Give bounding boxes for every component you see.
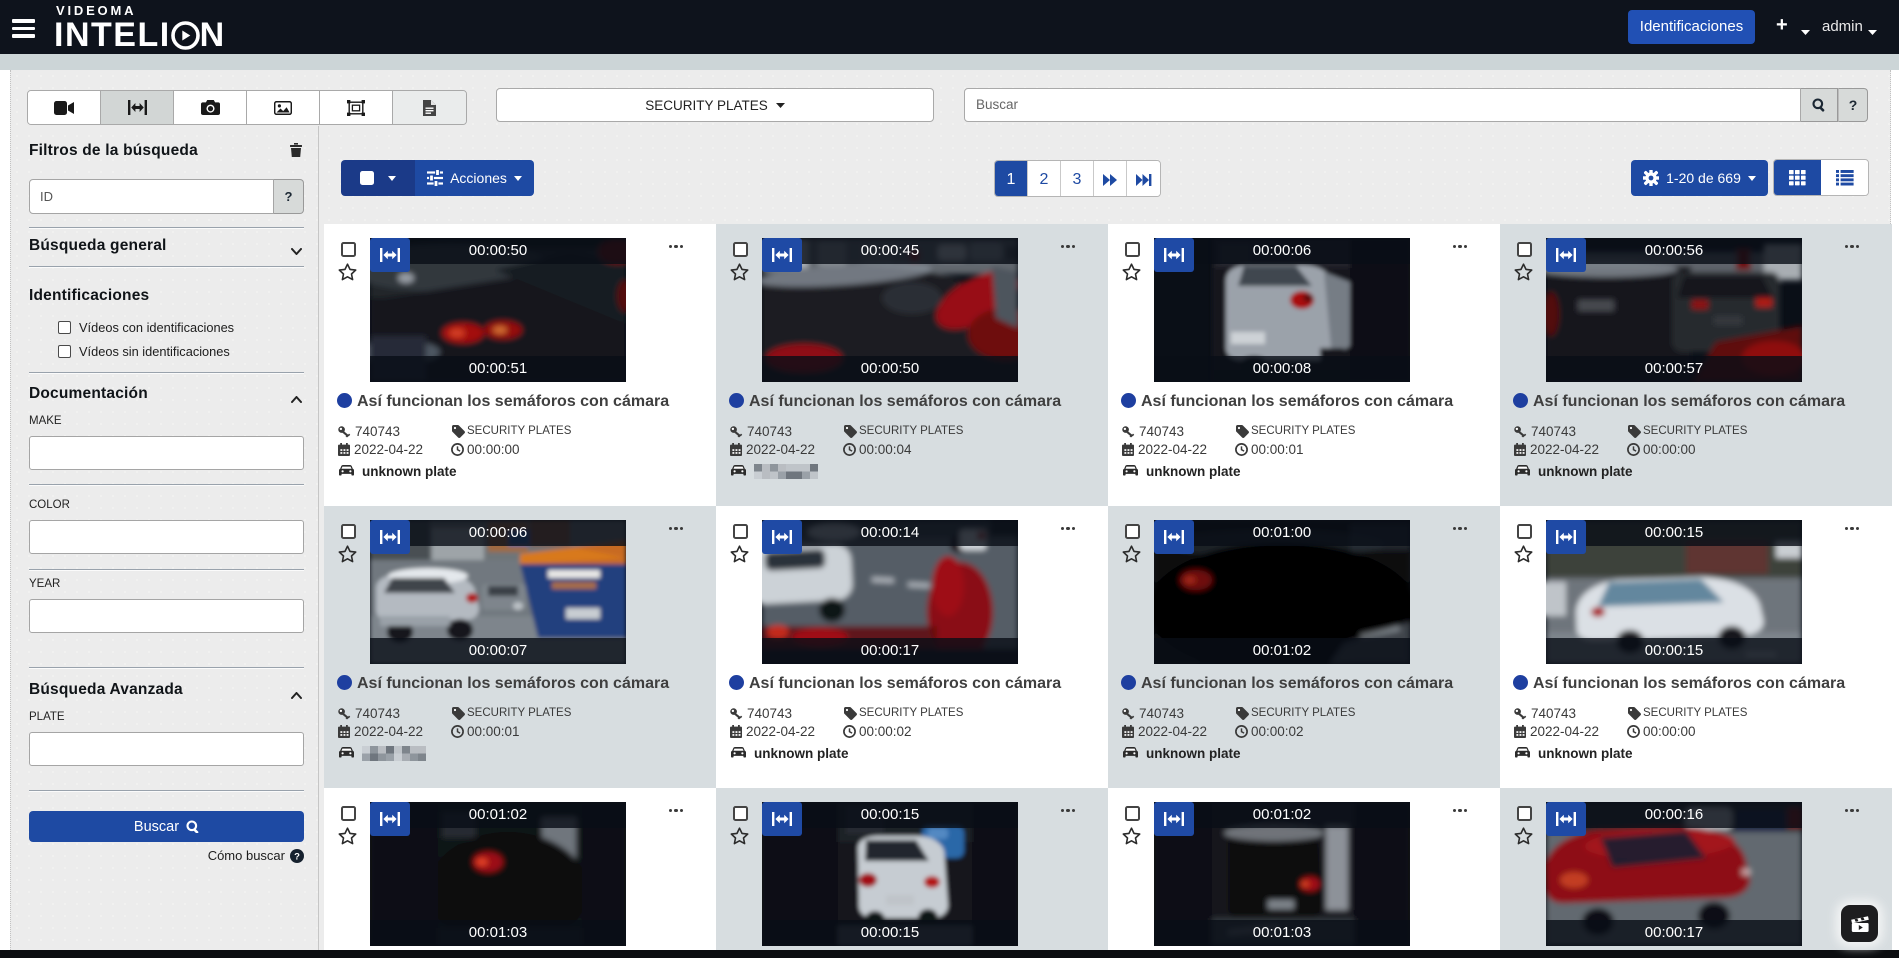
svg-text:?: ? [294, 851, 300, 862]
